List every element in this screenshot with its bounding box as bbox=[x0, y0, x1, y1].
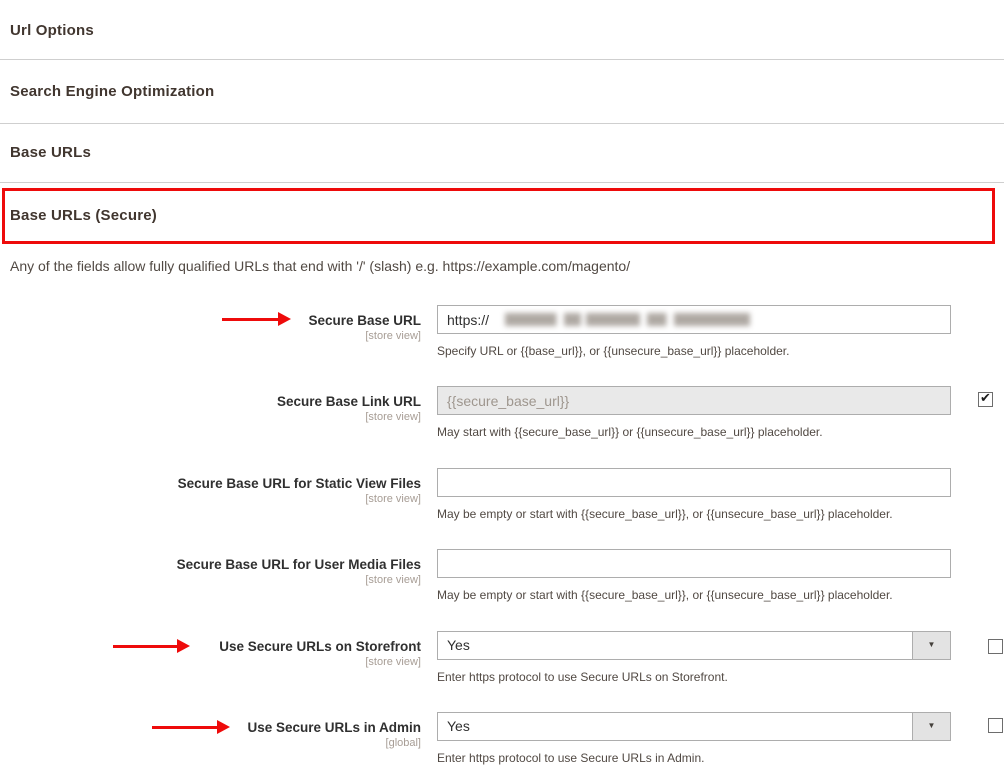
field-row-secure-base-url-user-media-files: Secure Base URL for User Media Files [st… bbox=[0, 549, 1004, 619]
divider bbox=[0, 59, 1004, 60]
field-label: Secure Base URL bbox=[0, 305, 421, 329]
field-label: Secure Base URL for User Media Files bbox=[0, 549, 421, 573]
select-selected-value: Yes bbox=[447, 637, 470, 653]
select-dropdown-button[interactable]: ▼ bbox=[912, 713, 950, 740]
field-label-column: Use Secure URLs in Admin [global] bbox=[0, 712, 421, 750]
secure-base-url-static-view-files-input[interactable] bbox=[437, 468, 951, 497]
field-note: May be empty or start with {{secure_base… bbox=[437, 507, 893, 521]
annotation-rectangle bbox=[2, 188, 995, 244]
field-note: May be empty or start with {{secure_base… bbox=[437, 588, 893, 602]
field-label: Use Secure URLs in Admin bbox=[0, 712, 421, 736]
field-label-column: Secure Base URL [store view] bbox=[0, 305, 421, 343]
field-scope: [store view] bbox=[0, 655, 421, 669]
config-page: Url Options Search Engine Optimization B… bbox=[0, 0, 1004, 775]
section-header-url-options[interactable]: Url Options bbox=[10, 22, 94, 39]
field-label: Secure Base Link URL bbox=[0, 386, 421, 410]
field-row-use-secure-urls-on-storefront: Use Secure URLs on Storefront [store vie… bbox=[0, 631, 1004, 701]
chevron-down-icon: ▼ bbox=[913, 721, 950, 731]
field-label-column: Use Secure URLs on Storefront [store vie… bbox=[0, 631, 421, 669]
field-scope: [store view] bbox=[0, 410, 421, 424]
section-description: Any of the fields allow fully qualified … bbox=[10, 258, 630, 274]
field-scope: [store view] bbox=[0, 329, 421, 343]
field-row-secure-base-link-url: Secure Base Link URL [store view] May st… bbox=[0, 386, 1004, 456]
field-row-secure-base-url-static-view-files: Secure Base URL for Static View Files [s… bbox=[0, 468, 1004, 538]
use-default-checkbox[interactable] bbox=[988, 639, 1003, 654]
field-label-column: Secure Base Link URL [store view] bbox=[0, 386, 421, 424]
divider bbox=[0, 182, 1004, 183]
field-scope: [global] bbox=[0, 736, 421, 750]
section-header-base-urls[interactable]: Base URLs bbox=[10, 144, 91, 161]
field-label-column: Secure Base URL for User Media Files [st… bbox=[0, 549, 421, 587]
use-default-checkbox[interactable]: ✔ bbox=[978, 392, 993, 407]
field-label: Secure Base URL for Static View Files bbox=[0, 468, 421, 492]
use-secure-urls-admin-select[interactable]: Yes ▼ bbox=[437, 712, 951, 741]
secure-base-url-user-media-files-input[interactable] bbox=[437, 549, 951, 578]
use-secure-urls-storefront-select[interactable]: Yes ▼ bbox=[437, 631, 951, 660]
field-label-column: Secure Base URL for Static View Files [s… bbox=[0, 468, 421, 506]
divider bbox=[0, 123, 1004, 124]
select-dropdown-button[interactable]: ▼ bbox=[912, 632, 950, 659]
field-note: Enter https protocol to use Secure URLs … bbox=[437, 670, 728, 684]
redacted-url-blur bbox=[505, 313, 750, 326]
field-label: Use Secure URLs on Storefront bbox=[0, 631, 421, 655]
field-row-secure-base-url: Secure Base URL [store view] Specify URL… bbox=[0, 305, 1004, 375]
field-note: May start with {{secure_base_url}} or {{… bbox=[437, 425, 823, 439]
field-scope: [store view] bbox=[0, 492, 421, 506]
chevron-down-icon: ▼ bbox=[913, 640, 950, 650]
field-row-use-secure-urls-in-admin: Use Secure URLs in Admin [global] Yes ▼ … bbox=[0, 712, 1004, 775]
field-note: Specify URL or {{base_url}}, or {{unsecu… bbox=[437, 344, 789, 358]
use-default-checkbox[interactable] bbox=[988, 718, 1003, 733]
secure-base-link-url-input bbox=[437, 386, 951, 415]
field-scope: [store view] bbox=[0, 573, 421, 587]
field-note: Enter https protocol to use Secure URLs … bbox=[437, 751, 704, 765]
select-selected-value: Yes bbox=[447, 718, 470, 734]
section-header-search-engine-optimization[interactable]: Search Engine Optimization bbox=[10, 83, 214, 100]
check-icon: ✔ bbox=[980, 390, 991, 406]
